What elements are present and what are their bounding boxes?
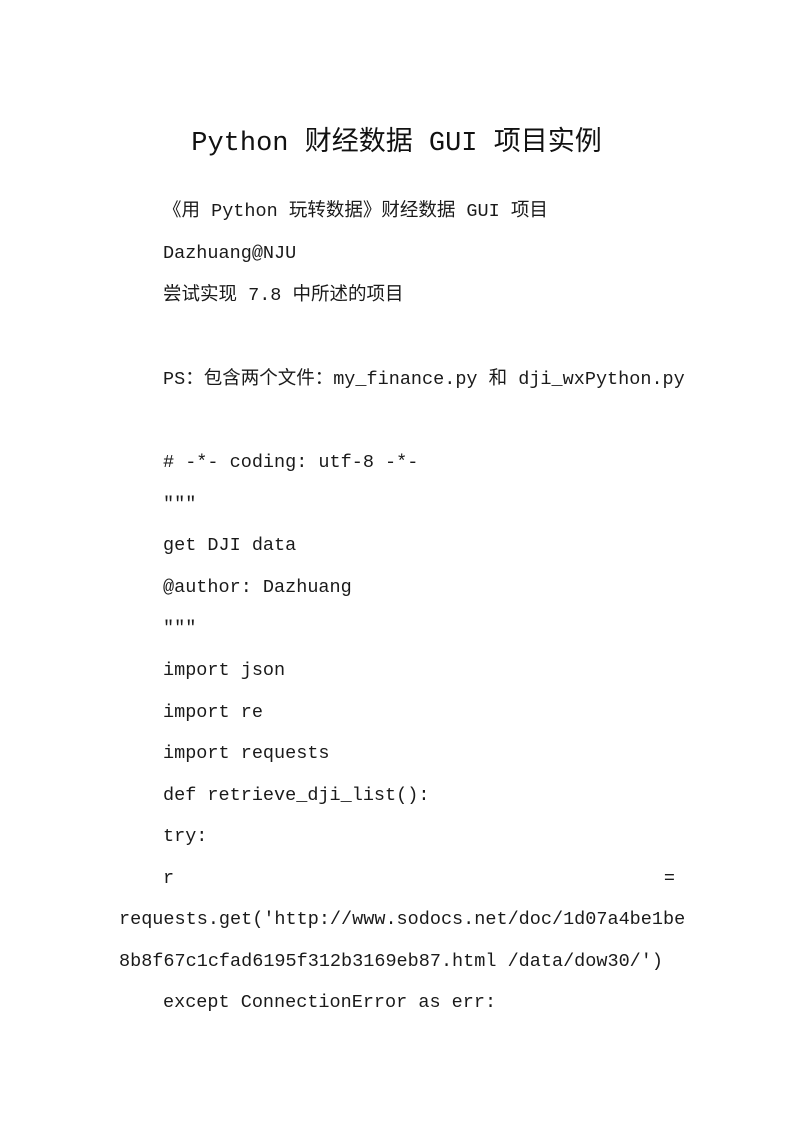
description-line: 尝试实现 7.8 中所述的项目 — [163, 285, 404, 306]
code-line-assign: r = — [163, 865, 675, 893]
code-line-try: try: — [163, 826, 208, 847]
code-line-import-re: import re — [163, 702, 263, 723]
code-line-request-2: 8b8f67c1cfad6195f312b3169eb87.html /data… — [119, 951, 663, 972]
code-line-doc-text: get DJI data — [163, 535, 297, 556]
subtitle-line: 《用 Python 玩转数据》财经数据 GUI 项目 — [163, 201, 548, 222]
document-title: Python 财经数据 GUI 项目实例 — [191, 129, 602, 159]
code-line-docstring-close: ″″″ — [163, 618, 197, 639]
code-line-request-1: requests.get('http://www.sodocs.net/doc/… — [119, 909, 686, 930]
author-line: Dazhuang@NJU — [163, 243, 297, 264]
assign-equals: = — [663, 868, 675, 889]
code-line-import-requests: import requests — [163, 743, 330, 764]
code-line-except: except ConnectionError as err: — [163, 992, 497, 1013]
ps-note-line: PS：包含两个文件：my_finance.py 和 dji_wxPython.p… — [163, 369, 685, 390]
document-page: Python 财经数据 GUI 项目实例 《用 Python 玩转数据》财经数据… — [0, 0, 793, 1122]
assign-lhs: r — [163, 868, 175, 889]
code-line-docstring-open: ″″″ — [163, 494, 197, 515]
code-line-coding: # -*- coding: utf-8 -*- — [163, 452, 419, 473]
code-line-def: def retrieve_dji_list(): — [163, 785, 430, 806]
code-line-author: @author: Dazhuang — [163, 577, 352, 598]
code-line-import-json: import json — [163, 660, 286, 681]
